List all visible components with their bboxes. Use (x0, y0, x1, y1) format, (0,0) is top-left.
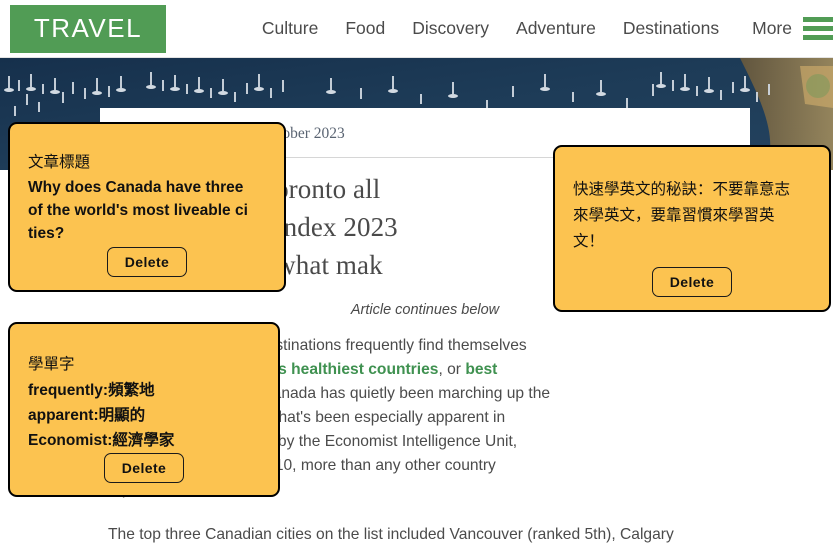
delete-button[interactable]: Delete (103, 453, 185, 483)
note-line: of the world's most liveable ci (28, 202, 248, 219)
delete-button[interactable]: Delete (651, 267, 733, 297)
nav-item-food[interactable]: Food (345, 18, 385, 39)
page-root: TRAVEL Culture Food Discovery Adventure … (0, 0, 833, 552)
more-label: More (752, 18, 792, 38)
note-line: 快速學英文的秘訣：不要靠意志 (573, 181, 791, 198)
note-actions: Delete (10, 453, 278, 496)
note-line: 文！ (573, 233, 605, 250)
paragraph-text-3: , or (438, 361, 466, 378)
note-content: 學單字 frequently:頻繁地 apparent:明顯的 Economis… (10, 324, 278, 453)
note-line: 來學英文，要靠習慣來學習英 (573, 207, 775, 224)
more-menu[interactable]: More (752, 17, 833, 40)
note-line: frequently:頻繁地 (28, 382, 155, 399)
sticky-note-article-title[interactable]: 文章標題 Why does Canada have three of the w… (8, 122, 286, 292)
site-header: TRAVEL Culture Food Discovery Adventure … (0, 0, 833, 58)
nav-item-discovery[interactable]: Discovery (412, 18, 489, 39)
site-logo[interactable]: TRAVEL (10, 4, 166, 53)
sticky-note-vocabulary[interactable]: 學單字 frequently:頻繁地 apparent:明顯的 Economis… (8, 322, 280, 497)
nav-item-destinations[interactable]: Destinations (623, 18, 719, 39)
note-line: 學單字 (28, 356, 75, 373)
sticky-note-learning-tip[interactable]: 快速學英文的秘訣：不要靠意志 來學英文，要靠習慣來學習英 文！ Delete (553, 145, 831, 312)
note-line: Economist:經濟學家 (28, 432, 175, 449)
note-actions: Delete (10, 247, 284, 290)
note-line: 文章標題 (28, 154, 91, 171)
note-line: ties? (28, 225, 65, 242)
hamburger-icon[interactable] (803, 17, 833, 40)
nav-item-culture[interactable]: Culture (262, 18, 318, 39)
note-line: apparent:明顯的 (28, 407, 146, 424)
main-navigation: Culture Food Discovery Adventure Destina… (262, 18, 719, 39)
note-content: 快速學英文的秘訣：不要靠意志 來學英文，要靠習慣來學習英 文！ (555, 147, 829, 267)
link-best[interactable]: best (465, 361, 497, 378)
paragraph-text-4: – Canada has quietly been marching up th… (244, 385, 551, 402)
site-logo-text: TRAVEL (33, 13, 143, 43)
article-paragraph-2: The top three Canadian cities on the lis… (108, 526, 674, 543)
nav-item-adventure[interactable]: Adventure (516, 18, 596, 39)
note-line: Why does Canada have three (28, 179, 244, 196)
note-actions: Delete (555, 267, 829, 310)
delete-button[interactable]: Delete (106, 247, 188, 277)
note-content: 文章標題 Why does Canada have three of the w… (10, 124, 284, 247)
